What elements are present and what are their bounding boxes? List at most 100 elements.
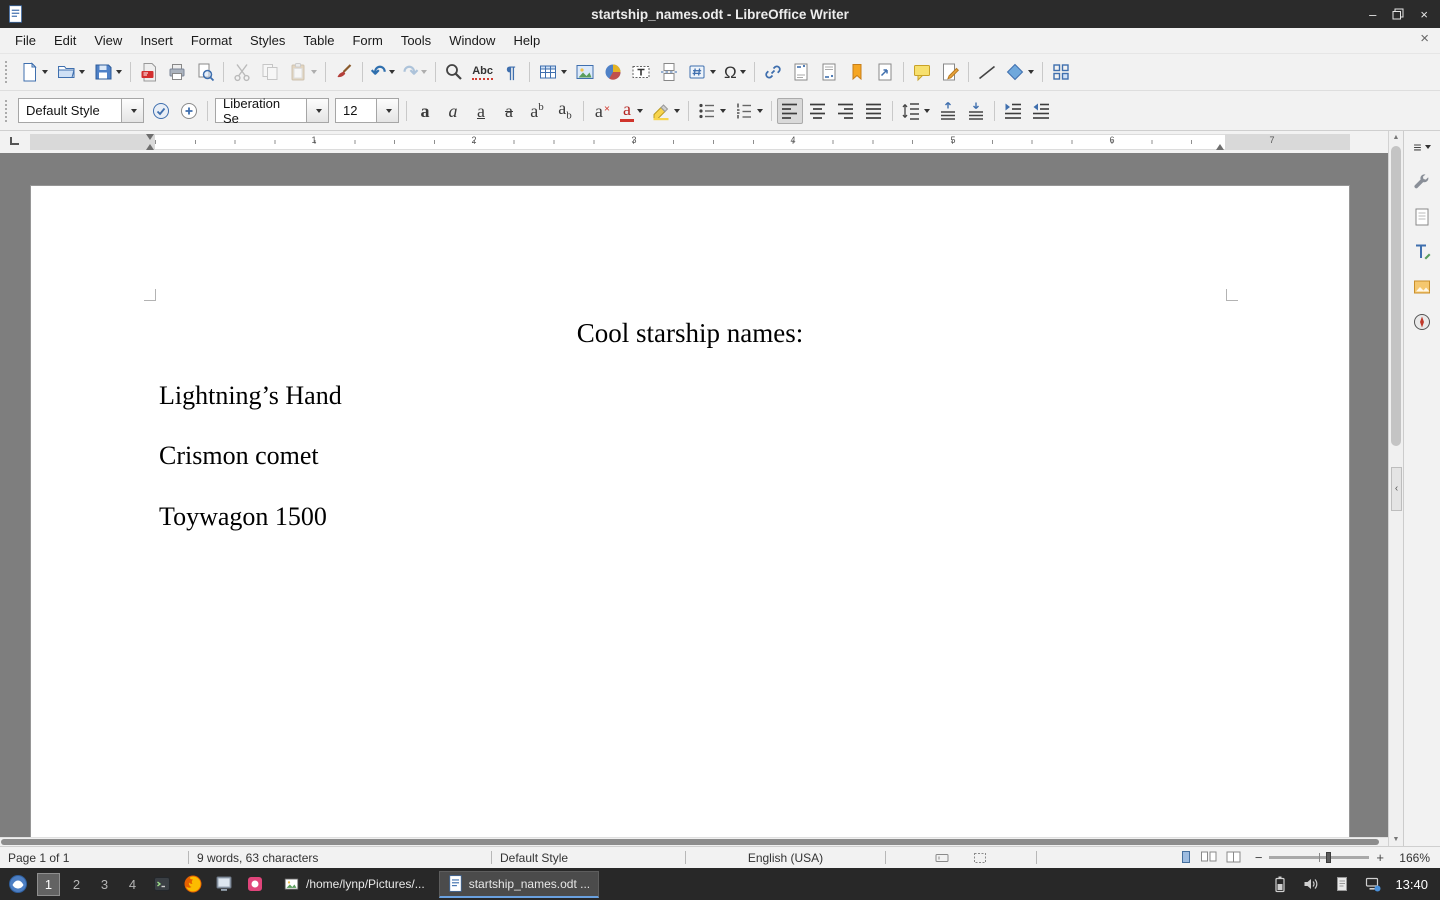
workspace-4-button[interactable]: 4 bbox=[121, 873, 144, 896]
sidebar-navigator-button[interactable] bbox=[1408, 308, 1436, 336]
clipboard-icon[interactable] bbox=[1333, 875, 1351, 893]
screenshot-app-launcher-icon[interactable] bbox=[241, 871, 269, 897]
first-line-indent-marker[interactable] bbox=[146, 134, 154, 140]
menu-window[interactable]: Window bbox=[440, 29, 504, 52]
spelling-button[interactable]: Abc bbox=[469, 59, 496, 85]
menu-styles[interactable]: Styles bbox=[241, 29, 294, 52]
document-text[interactable]: Cool starship names: Lightning’s Hand Cr… bbox=[156, 301, 1224, 533]
basic-shapes-button[interactable] bbox=[1002, 59, 1037, 85]
paragraph-style-dropdown[interactable] bbox=[122, 98, 144, 123]
font-size-combo[interactable]: 12 bbox=[335, 98, 399, 123]
close-window-icon[interactable]: × bbox=[1420, 8, 1428, 21]
page-style-status[interactable]: Default Style bbox=[492, 847, 685, 868]
clock[interactable]: 13:40 bbox=[1395, 877, 1428, 892]
file-manager-launcher-icon[interactable] bbox=[210, 871, 238, 897]
dropdown-caret-icon[interactable] bbox=[42, 70, 48, 74]
page-number-status[interactable]: Page 1 of 1 bbox=[0, 847, 188, 868]
language-status[interactable]: English (USA) bbox=[686, 847, 885, 868]
highlight-color-button[interactable] bbox=[648, 98, 683, 124]
sidebar-page-button[interactable] bbox=[1408, 203, 1436, 231]
paragraph-style-combo[interactable]: Default Style bbox=[18, 98, 144, 123]
dropdown-caret-icon[interactable] bbox=[720, 109, 726, 113]
applications-menu-button[interactable] bbox=[3, 870, 33, 898]
selection-mode-icon[interactable] bbox=[972, 850, 988, 866]
font-name-value[interactable]: Liberation Se bbox=[215, 98, 307, 123]
strikethrough-button[interactable]: a bbox=[496, 98, 522, 124]
export-pdf-button[interactable] bbox=[136, 59, 162, 85]
insert-table-button[interactable] bbox=[535, 59, 570, 85]
update-style-button[interactable] bbox=[148, 98, 174, 124]
insert-line-button[interactable] bbox=[974, 59, 1000, 85]
horizontal-scrollbar-thumb[interactable] bbox=[1, 839, 1379, 845]
decrease-indent-button[interactable] bbox=[1028, 98, 1054, 124]
toolbar-grip[interactable] bbox=[5, 61, 11, 83]
subscript-button[interactable]: ab bbox=[552, 98, 578, 124]
font-name-combo[interactable]: Liberation Se bbox=[215, 98, 329, 123]
dropdown-caret-icon[interactable] bbox=[637, 109, 643, 113]
document-line[interactable]: Crismon comet bbox=[159, 440, 1224, 473]
find-replace-button[interactable] bbox=[441, 59, 467, 85]
align-center-button[interactable] bbox=[805, 98, 831, 124]
dropdown-caret-icon[interactable] bbox=[674, 109, 680, 113]
italic-button[interactable]: a bbox=[440, 98, 466, 124]
battery-icon[interactable] bbox=[1271, 875, 1289, 893]
sidebar-styles-button[interactable] bbox=[1408, 238, 1436, 266]
line-spacing-button[interactable] bbox=[898, 98, 933, 124]
insert-mode-icon[interactable] bbox=[934, 850, 950, 866]
bold-button[interactable]: a bbox=[412, 98, 438, 124]
book-view-icon[interactable] bbox=[1225, 850, 1243, 865]
font-size-value[interactable]: 12 bbox=[335, 98, 377, 123]
insert-image-button[interactable] bbox=[572, 59, 598, 85]
sidebar-gallery-button[interactable] bbox=[1408, 273, 1436, 301]
new-style-button[interactable] bbox=[176, 98, 202, 124]
superscript-button[interactable]: ab bbox=[524, 98, 550, 124]
align-right-button[interactable] bbox=[833, 98, 859, 124]
zoom-slider[interactable] bbox=[1269, 856, 1369, 859]
undo-button[interactable]: ↶ bbox=[368, 59, 398, 85]
print-preview-button[interactable] bbox=[192, 59, 218, 85]
menu-table[interactable]: Table bbox=[294, 29, 343, 52]
menu-view[interactable]: View bbox=[85, 29, 131, 52]
save-button[interactable] bbox=[90, 59, 125, 85]
document-page[interactable]: Cool starship names: Lightning’s Hand Cr… bbox=[30, 185, 1350, 837]
align-left-button[interactable] bbox=[777, 98, 803, 124]
new-document-button[interactable] bbox=[16, 59, 51, 85]
insert-bookmark-button[interactable] bbox=[844, 59, 870, 85]
formatting-marks-button[interactable]: ¶ bbox=[498, 59, 524, 85]
taskbar-window-writer[interactable]: startship_names.odt ... bbox=[439, 871, 599, 898]
zoom-in-icon[interactable]: + bbox=[1376, 851, 1384, 864]
document-line[interactable]: Toywagon 1500 bbox=[159, 501, 1224, 534]
dropdown-caret-icon[interactable] bbox=[710, 70, 716, 74]
sidebar-settings-button[interactable]: ≡ bbox=[1408, 133, 1436, 161]
multi-page-view-icon[interactable] bbox=[1200, 850, 1218, 865]
clone-formatting-button[interactable] bbox=[331, 59, 357, 85]
justify-button[interactable] bbox=[861, 98, 887, 124]
insert-comment-button[interactable] bbox=[909, 59, 935, 85]
insert-endnote-button[interactable] bbox=[816, 59, 842, 85]
dropdown-caret-icon[interactable] bbox=[740, 70, 746, 74]
hanging-indent-marker[interactable] bbox=[146, 144, 154, 150]
insert-field-button[interactable] bbox=[684, 59, 719, 85]
restore-icon[interactable] bbox=[1392, 8, 1404, 20]
firefox-launcher-icon[interactable] bbox=[179, 871, 207, 897]
font-color-button[interactable]: a bbox=[617, 98, 646, 124]
word-count-status[interactable]: 9 words, 63 characters bbox=[189, 847, 491, 868]
font-name-dropdown[interactable] bbox=[307, 98, 329, 123]
zoom-slider-thumb[interactable] bbox=[1326, 852, 1331, 863]
menu-form[interactable]: Form bbox=[343, 29, 391, 52]
document-view[interactable]: Cool starship names: Lightning’s Hand Cr… bbox=[0, 153, 1388, 837]
insert-footnote-button[interactable] bbox=[788, 59, 814, 85]
unordered-list-button[interactable] bbox=[694, 98, 729, 124]
horizontal-scrollbar[interactable] bbox=[0, 837, 1388, 846]
menu-file[interactable]: File bbox=[6, 29, 45, 52]
vertical-scrollbar-thumb[interactable] bbox=[1391, 146, 1401, 446]
zoom-out-icon[interactable]: − bbox=[1255, 851, 1263, 864]
increase-paragraph-spacing-button[interactable] bbox=[935, 98, 961, 124]
ordered-list-button[interactable] bbox=[731, 98, 766, 124]
sidebar-properties-button[interactable] bbox=[1408, 168, 1436, 196]
tab-stop-selector[interactable] bbox=[0, 131, 30, 153]
vertical-scrollbar[interactable]: ▲ ‹ ▼ bbox=[1388, 131, 1403, 846]
sidebar-toggle-handle[interactable]: ‹ bbox=[1391, 467, 1402, 511]
insert-chart-button[interactable] bbox=[600, 59, 626, 85]
insert-textbox-button[interactable] bbox=[628, 59, 654, 85]
